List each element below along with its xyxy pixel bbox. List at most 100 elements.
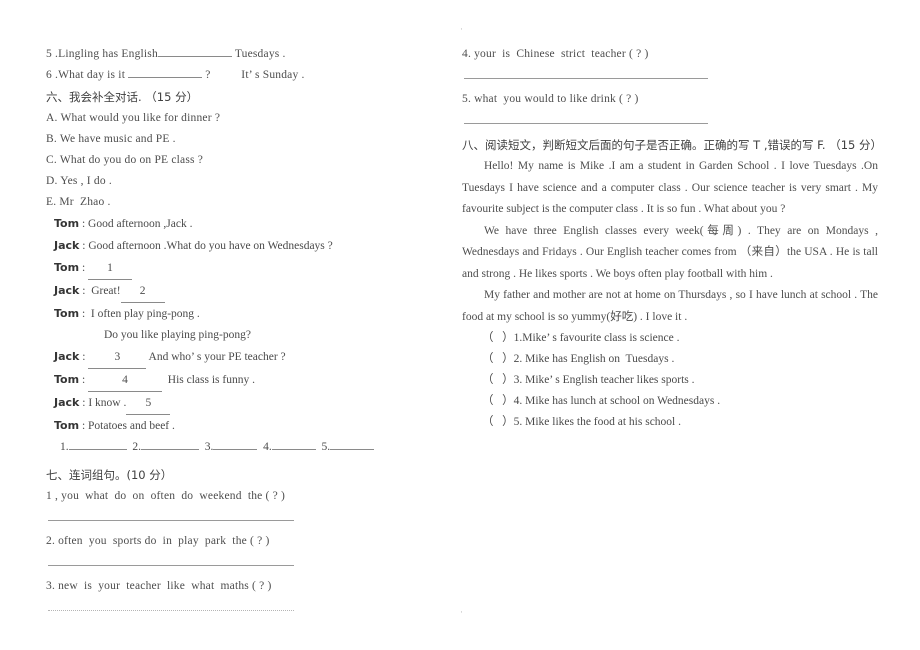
- section-6-heading: 六、我会补全对话. （15 分）: [46, 90, 199, 104]
- dialogue-separator: :: [79, 218, 89, 230]
- true-false-text-4: 4. Mike has lunch at school on Wednesday…: [513, 395, 721, 407]
- section-7-item-3: 3. new is your teacher like what maths (…: [46, 580, 272, 592]
- item5-blank[interactable]: [157, 56, 232, 57]
- dialogue-separator: :: [79, 397, 89, 409]
- dialogue-separator: :: [79, 351, 89, 363]
- page-top-mark: ·: [460, 24, 463, 34]
- dialogue-separator: :: [79, 420, 89, 432]
- dialogue-speaker: Tom: [54, 373, 80, 386]
- dialogue-blank-1[interactable]: 1: [88, 258, 133, 280]
- dialogue-line-5: Tom : I often play ping-pong .: [46, 303, 438, 325]
- fill-blank-item-6: 6 .What day is it ? It’ s Sunday .: [46, 65, 438, 86]
- true-false-item-4: （ ）4. Mike has lunch at school on Wednes…: [462, 391, 878, 412]
- dialogue-text: I know .: [88, 397, 127, 409]
- true-false-answer-box-5[interactable]: （ ）: [482, 412, 514, 433]
- dialogue-separator: :: [79, 308, 89, 320]
- fill-blank-item-5: 5 .Lingling has English Tuesdays .: [46, 44, 438, 65]
- dialogue-text: I often play ping-pong .: [88, 308, 200, 320]
- answer-number-4: 4.: [263, 441, 272, 453]
- section-8-heading: 八、阅读短文，判断短文后面的句子是否正确。正确的写 T ,错误的写 F. （15…: [462, 138, 883, 152]
- dialogue-separator: :: [79, 374, 89, 386]
- dialogue-text-after: His class is funny .: [162, 374, 255, 386]
- dialogue-separator: :: [79, 285, 89, 297]
- reading-passage-paragraph-3: My father and mother are not at home on …: [462, 289, 881, 323]
- worksheet-page: · · 5 .Lingling has English Tuesdays . 6…: [0, 0, 920, 650]
- section-6-answer-row: 1. 2. 3. 4. 5.: [46, 437, 438, 458]
- dialogue-text: Potatoes and beef .: [88, 420, 175, 432]
- dialogue-line-8: Tom : 4 His class is funny .: [46, 369, 438, 392]
- dialogue-speaker: Jack: [54, 350, 80, 363]
- section-7-answer-line-5[interactable]: [464, 122, 708, 124]
- dialogue-line-7: Jack : 3 And who’ s your PE teacher ?: [46, 346, 438, 369]
- true-false-item-5: （ ）5. Mike likes the food at his school …: [462, 412, 878, 433]
- dialogue-speaker: Jack: [54, 396, 80, 409]
- dialogue-line-2: Jack : Good afternoon .What do you have …: [46, 235, 438, 257]
- dialogue-line-10: Tom : Potatoes and beef .: [46, 415, 438, 437]
- section-7-answer-line-1[interactable]: [48, 519, 294, 521]
- dialogue-blank-2[interactable]: 2: [120, 281, 165, 303]
- section-7-item-1: 1 , you what do on often do weekend the …: [46, 490, 286, 502]
- section-7-answer-line-3[interactable]: [48, 609, 294, 611]
- answer-blank-3[interactable]: [213, 449, 258, 450]
- answer-blank-4[interactable]: [271, 449, 316, 450]
- true-false-answer-box-1[interactable]: （ ）: [482, 328, 514, 349]
- dialogue-blank-3[interactable]: 3: [88, 347, 147, 369]
- section-7-item-5: 5. what you would to like drink ( ? ): [462, 93, 639, 105]
- section-6-option-b: B. We have music and PE .: [46, 133, 176, 145]
- dialogue-separator: :: [79, 262, 89, 274]
- item6-suffix: ? It’ s Sunday .: [205, 69, 305, 81]
- dialogue-text: Good afternoon ,Jack .: [88, 218, 193, 230]
- dialogue-speaker: Tom: [54, 217, 80, 230]
- section-6-option-a: A. What would you like for dinner ?: [46, 112, 221, 124]
- dialogue-line-1: Tom : Good afternoon ,Jack .: [46, 213, 438, 235]
- true-false-answer-box-3[interactable]: （ ）: [482, 370, 514, 391]
- section-6-option-c: C. What do you do on PE class ?: [46, 154, 204, 166]
- section-7-item-2: 2. often you sports do in play park the …: [46, 535, 270, 547]
- dialogue-speaker: Jack: [54, 284, 80, 297]
- item5-suffix: Tuesdays .: [234, 48, 286, 60]
- dialogue-text: Good afternoon .What do you have on Wedn…: [88, 240, 333, 252]
- item6-blank[interactable]: [128, 77, 203, 78]
- dialogue-speaker: Jack: [54, 239, 80, 252]
- item6-prefix: 6 .What day is it: [46, 69, 126, 81]
- true-false-text-1: 1.Mike’ s favourite class is science .: [513, 332, 680, 344]
- section-7-heading: 七、连词组句。(10 分）: [46, 468, 173, 482]
- answer-number-3: 3.: [204, 441, 214, 453]
- true-false-answer-box-2[interactable]: （ ）: [482, 349, 514, 370]
- dialogue-line-6-continuation: Do you like playing ping-pong?: [104, 329, 251, 341]
- dialogue-separator: :: [79, 240, 89, 252]
- dialogue-speaker: Tom: [54, 261, 80, 274]
- true-false-item-3: （ ）3. Mike’ s English teacher likes spor…: [462, 370, 878, 391]
- dialogue-speaker: Tom: [54, 419, 80, 432]
- true-false-text-2: 2. Mike has English on Tuesdays .: [513, 353, 675, 365]
- section-7-answer-line-2[interactable]: [48, 564, 294, 566]
- dialogue-line-9: Jack : I know .5: [46, 392, 438, 415]
- item5-prefix: 5 .Lingling has English: [46, 48, 158, 60]
- section-6-option-e: E. Mr Zhao .: [46, 196, 111, 208]
- true-false-item-2: （ ）2. Mike has English on Tuesdays .: [462, 349, 878, 370]
- section-7-item-4: 4. your is Chinese strict teacher ( ? ): [462, 48, 649, 60]
- dialogue-line-3: Tom : 1: [46, 257, 438, 280]
- left-column: 5 .Lingling has English Tuesdays . 6 .Wh…: [46, 44, 438, 621]
- answer-number-5: 5.: [321, 441, 331, 453]
- true-false-item-1: （ ）1.Mike’ s favourite class is science …: [462, 328, 878, 349]
- section-6-option-d: D. Yes , I do .: [46, 175, 112, 187]
- answer-number-2: 2.: [132, 441, 141, 453]
- dialogue-blank-4[interactable]: 4: [88, 370, 163, 392]
- true-false-text-3: 3. Mike’ s English teacher likes sports …: [513, 374, 695, 386]
- dialogue-speaker: Tom: [54, 307, 80, 320]
- page-bottom-mark: ·: [460, 607, 463, 617]
- answer-blank-1[interactable]: [68, 449, 127, 450]
- right-column: 4. your is Chinese strict teacher ( ? ) …: [462, 44, 883, 433]
- section-7-answer-line-4[interactable]: [464, 77, 708, 79]
- dialogue-text-after: And who’ s your PE teacher ?: [146, 351, 286, 363]
- dialogue-text: Great!: [88, 285, 121, 297]
- answer-blank-5[interactable]: [330, 449, 375, 450]
- answer-number-1: 1.: [60, 441, 69, 453]
- true-false-text-5: 5. Mike likes the food at his school .: [513, 416, 681, 428]
- dialogue-line-4: Jack : Great! 2: [46, 280, 438, 303]
- true-false-answer-box-4[interactable]: （ ）: [482, 391, 514, 412]
- dialogue-blank-5[interactable]: 5: [126, 393, 171, 415]
- reading-passage-paragraph-1: Hello! My name is Mike .I am a student i…: [462, 160, 881, 215]
- answer-blank-2[interactable]: [141, 449, 199, 450]
